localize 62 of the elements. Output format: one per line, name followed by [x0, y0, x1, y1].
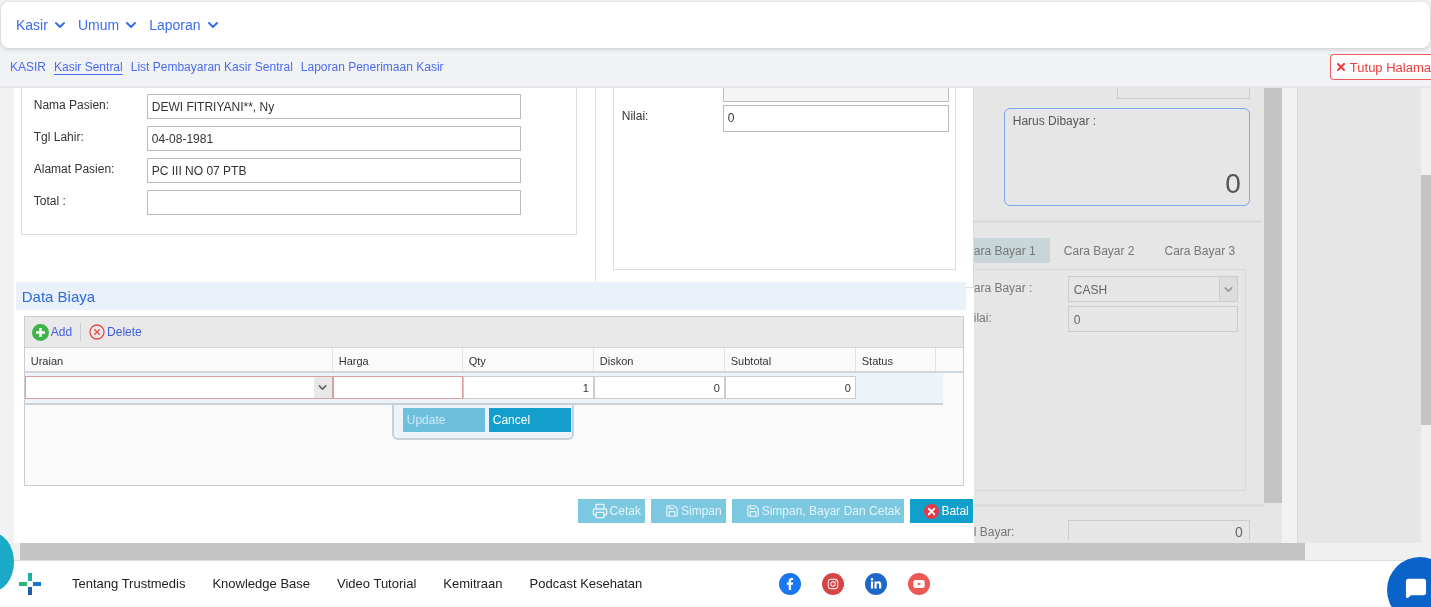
field-label: ilai: — [973, 310, 993, 327]
field-label: Tgl Lahir: — [33, 129, 85, 144]
footer-link[interactable]: Podcast Kesehatan — [529, 576, 643, 591]
chat-icon — [1405, 577, 1427, 599]
facebook-icon[interactable] — [779, 572, 802, 595]
scrollbar-thumb[interactable] — [1420, 175, 1431, 425]
payment-method-tab[interactable]: Cara Bayar 3 — [1164, 238, 1250, 263]
save-icon — [664, 504, 679, 518]
save-icon — [745, 504, 760, 518]
close-page-button[interactable]: Tutup Halama — [1329, 54, 1431, 80]
field-label: Nilai: — [621, 108, 650, 123]
column-header[interactable]: Qty — [462, 348, 594, 371]
select-field[interactable]: CASH — [1067, 276, 1238, 302]
payment-method-tab[interactable]: Cara Bayar 2 — [1063, 238, 1149, 263]
nav-menu-item[interactable]: Umum — [77, 17, 140, 33]
page-tab-link[interactable]: List Pembayaran Kasir Sentral — [130, 60, 293, 74]
input-field[interactable]: 0 — [722, 105, 949, 132]
amount-due-label: Harus Dibayar : — [1012, 114, 1098, 128]
footer-link[interactable]: Tentang Trustmedis — [72, 576, 186, 591]
scrollbar-thumb[interactable] — [20, 543, 1305, 560]
close-circle-icon — [89, 324, 106, 340]
input-field[interactable]: PC III NO 07 PTB — [146, 158, 521, 183]
section-title: Data Biaya — [15, 282, 966, 310]
field-label: ara Bayar : — [973, 280, 1034, 297]
input-field[interactable]: 0 — [593, 376, 725, 399]
column-header[interactable]: Harga — [332, 348, 463, 371]
action-button[interactable]: Batal — [910, 499, 973, 523]
nav-menu-item[interactable]: Kasir — [16, 17, 68, 33]
printer-icon — [591, 503, 608, 519]
nav-menu-item[interactable]: Laporan — [149, 17, 221, 33]
input-field[interactable]: DEWI FITRIYANI**, Ny — [146, 94, 521, 119]
field-label: Alamat Pasien: — [33, 161, 116, 176]
plus-circle-icon — [31, 323, 49, 341]
footer-link[interactable]: Kemitraan — [443, 576, 503, 591]
add-button[interactable]: Add — [31, 323, 73, 341]
amount-due-value: 0 — [1225, 168, 1241, 200]
page-tab-link[interactable]: Kasir Sentral — [54, 60, 123, 74]
page-tab-link[interactable]: Laporan Penerimaan Kasir — [300, 60, 444, 74]
field-label: Total : — [33, 193, 67, 208]
close-icon — [1334, 61, 1347, 73]
field-label: l Bayar: — [973, 524, 1016, 540]
input-field[interactable]: 04-08-1981 — [146, 126, 521, 151]
logo-icon — [18, 571, 42, 596]
field-label: Nama Pasien: — [33, 97, 111, 112]
input-field[interactable]: 0 — [724, 376, 856, 399]
close-icon — [924, 503, 940, 519]
cancel-button[interactable]: Cancel — [488, 408, 571, 432]
footer-link[interactable]: Knowledge Base — [212, 576, 311, 591]
input-field[interactable]: 0 — [1067, 306, 1238, 332]
linkedin-icon[interactable] — [865, 572, 888, 595]
youtube-icon[interactable] — [908, 572, 931, 595]
page-tab-link[interactable]: KASIR — [10, 60, 46, 74]
delete-button[interactable]: Delete — [89, 324, 142, 340]
column-header[interactable]: Subtotal — [724, 348, 856, 371]
instagram-icon[interactable] — [822, 572, 845, 595]
column-header[interactable]: Status — [855, 348, 936, 371]
column-header[interactable]: Uraian — [24, 348, 333, 371]
input-field[interactable]: 0 — [1067, 520, 1250, 540]
input-field[interactable]: 1 — [462, 376, 594, 399]
column-header[interactable]: Diskon — [593, 348, 725, 371]
payment-method-tab[interactable]: ara Bayar 1 — [973, 238, 1050, 263]
footer-link[interactable]: Video Tutorial — [337, 576, 417, 591]
